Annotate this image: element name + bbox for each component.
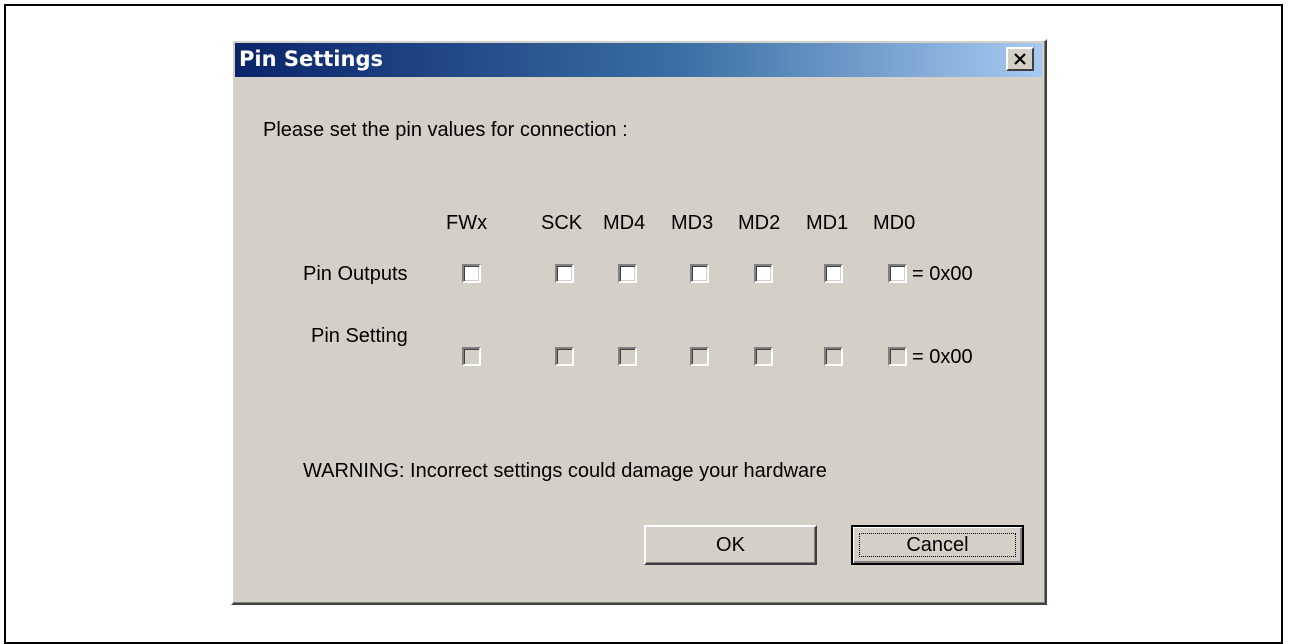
focus-rectangle (859, 533, 1016, 557)
dialog-title: Pin Settings (239, 47, 383, 71)
checkbox-pin-setting-md2 (754, 347, 773, 366)
ok-button[interactable]: OK (644, 525, 817, 565)
row-label-pin-outputs: Pin Outputs (303, 263, 408, 285)
checkbox-pin-outputs-md1[interactable] (824, 264, 843, 283)
checkbox-pin-setting-md3 (690, 347, 709, 366)
close-icon (1014, 53, 1026, 65)
pin-outputs-value: = 0x00 (912, 263, 973, 285)
column-header-md3: MD3 (671, 212, 714, 234)
column-header-md2: MD2 (738, 212, 781, 234)
cancel-button[interactable]: Cancel (851, 525, 1024, 565)
close-button[interactable] (1006, 47, 1034, 71)
column-header-md1: MD1 (806, 212, 849, 234)
title-bar: Pin Settings (235, 43, 1042, 77)
checkbox-pin-setting-md4 (618, 347, 637, 366)
column-header-md0: MD0 (873, 212, 916, 234)
checkbox-pin-setting-md1 (824, 347, 843, 366)
checkbox-pin-outputs-md0[interactable] (888, 264, 907, 283)
ok-button-label: OK (716, 533, 745, 556)
checkbox-pin-outputs-md4[interactable] (618, 264, 637, 283)
column-header-fwx: FWx (446, 212, 488, 234)
checkbox-pin-outputs-md2[interactable] (754, 264, 773, 283)
pin-setting-value: = 0x00 (912, 346, 973, 368)
column-header-md4: MD4 (603, 212, 646, 234)
checkbox-pin-setting-sck (555, 347, 574, 366)
checkbox-pin-outputs-sck[interactable] (555, 264, 574, 283)
prompt-text: Please set the pin values for connection… (263, 119, 628, 141)
checkbox-pin-outputs-fwx[interactable] (462, 264, 481, 283)
row-label-pin-setting: Pin Setting (311, 325, 408, 347)
checkbox-pin-setting-fwx (462, 347, 481, 366)
warning-text: WARNING: Incorrect settings could damage… (303, 460, 827, 482)
checkbox-pin-setting-md0 (888, 347, 907, 366)
column-header-sck: SCK (541, 212, 583, 234)
checkbox-pin-outputs-md3[interactable] (690, 264, 709, 283)
pin-settings-dialog: Pin Settings Please set the pin values f… (231, 39, 1047, 605)
